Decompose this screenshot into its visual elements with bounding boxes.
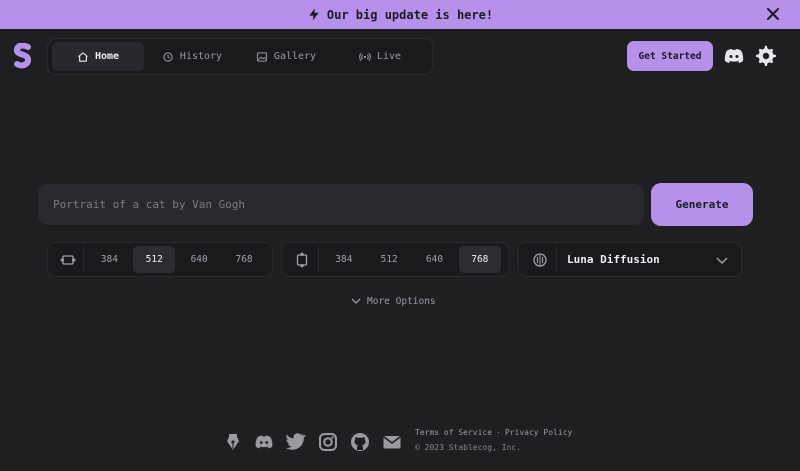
main-nav: Home History Gallery Live bbox=[47, 38, 433, 75]
height-option-selected[interactable]: 768 bbox=[458, 246, 501, 273]
generate-button[interactable]: Generate bbox=[651, 183, 753, 226]
height-option[interactable]: 640 bbox=[413, 246, 455, 273]
terms-link[interactable]: Terms of Service bbox=[415, 428, 492, 437]
chevron-down-icon bbox=[716, 256, 728, 264]
nav-item-label: Gallery bbox=[273, 51, 317, 62]
chevron-down-icon bbox=[351, 298, 361, 304]
brain-icon bbox=[523, 246, 557, 273]
pen-icon[interactable] bbox=[222, 431, 244, 453]
github-icon[interactable] bbox=[349, 431, 371, 453]
height-option[interactable]: 384 bbox=[323, 246, 365, 273]
nav-item-gallery[interactable]: Gallery bbox=[240, 42, 332, 71]
history-icon bbox=[163, 51, 173, 62]
prompt-input[interactable] bbox=[38, 184, 644, 225]
nav-item-history[interactable]: History bbox=[146, 42, 238, 71]
width-option[interactable]: 640 bbox=[178, 246, 220, 273]
instagram-icon[interactable] bbox=[317, 431, 339, 453]
privacy-link[interactable]: Privacy Policy bbox=[505, 428, 572, 437]
height-option[interactable]: 512 bbox=[368, 246, 410, 273]
width-selector: 384 512 640 768 bbox=[47, 242, 273, 277]
twitter-icon[interactable] bbox=[285, 431, 307, 453]
width-option-selected[interactable]: 512 bbox=[133, 246, 176, 273]
nav-item-live[interactable]: Live bbox=[334, 42, 426, 71]
width-option[interactable]: 768 bbox=[223, 246, 265, 273]
bolt-icon bbox=[307, 7, 321, 22]
announcement-banner[interactable]: Our big update is here! bbox=[0, 0, 800, 29]
home-icon bbox=[78, 51, 88, 62]
nav-item-label: Home bbox=[94, 51, 120, 62]
copyright-text: © 2023 Stablecog, Inc. bbox=[415, 443, 521, 452]
more-options-toggle[interactable]: More Options bbox=[350, 293, 436, 309]
nav-item-label: History bbox=[179, 51, 223, 62]
height-selector: 384 512 640 768 bbox=[281, 242, 509, 277]
banner-text: Our big update is here! bbox=[326, 7, 494, 22]
gallery-icon bbox=[256, 51, 267, 62]
live-icon bbox=[359, 52, 371, 61]
nav-item-label: Live bbox=[376, 51, 402, 62]
mail-icon[interactable] bbox=[381, 431, 403, 453]
width-option[interactable]: 384 bbox=[88, 246, 130, 273]
more-options-label: More Options bbox=[367, 295, 436, 307]
get-started-button[interactable]: Get Started bbox=[627, 41, 713, 71]
close-icon[interactable] bbox=[766, 7, 780, 21]
nav-item-home[interactable]: Home bbox=[52, 42, 144, 71]
width-icon bbox=[52, 246, 85, 273]
discord-icon[interactable] bbox=[722, 44, 746, 68]
stablecog-logo[interactable] bbox=[12, 42, 34, 69]
discord-icon[interactable] bbox=[253, 431, 275, 453]
model-select[interactable]: Luna Diffusion bbox=[518, 242, 742, 277]
footer-separator: · bbox=[496, 428, 501, 437]
footer-links: Terms of Service · Privacy Policy bbox=[415, 428, 572, 437]
height-icon bbox=[286, 246, 319, 273]
model-select-value: Luna Diffusion bbox=[567, 253, 660, 266]
gear-icon[interactable] bbox=[754, 44, 778, 68]
